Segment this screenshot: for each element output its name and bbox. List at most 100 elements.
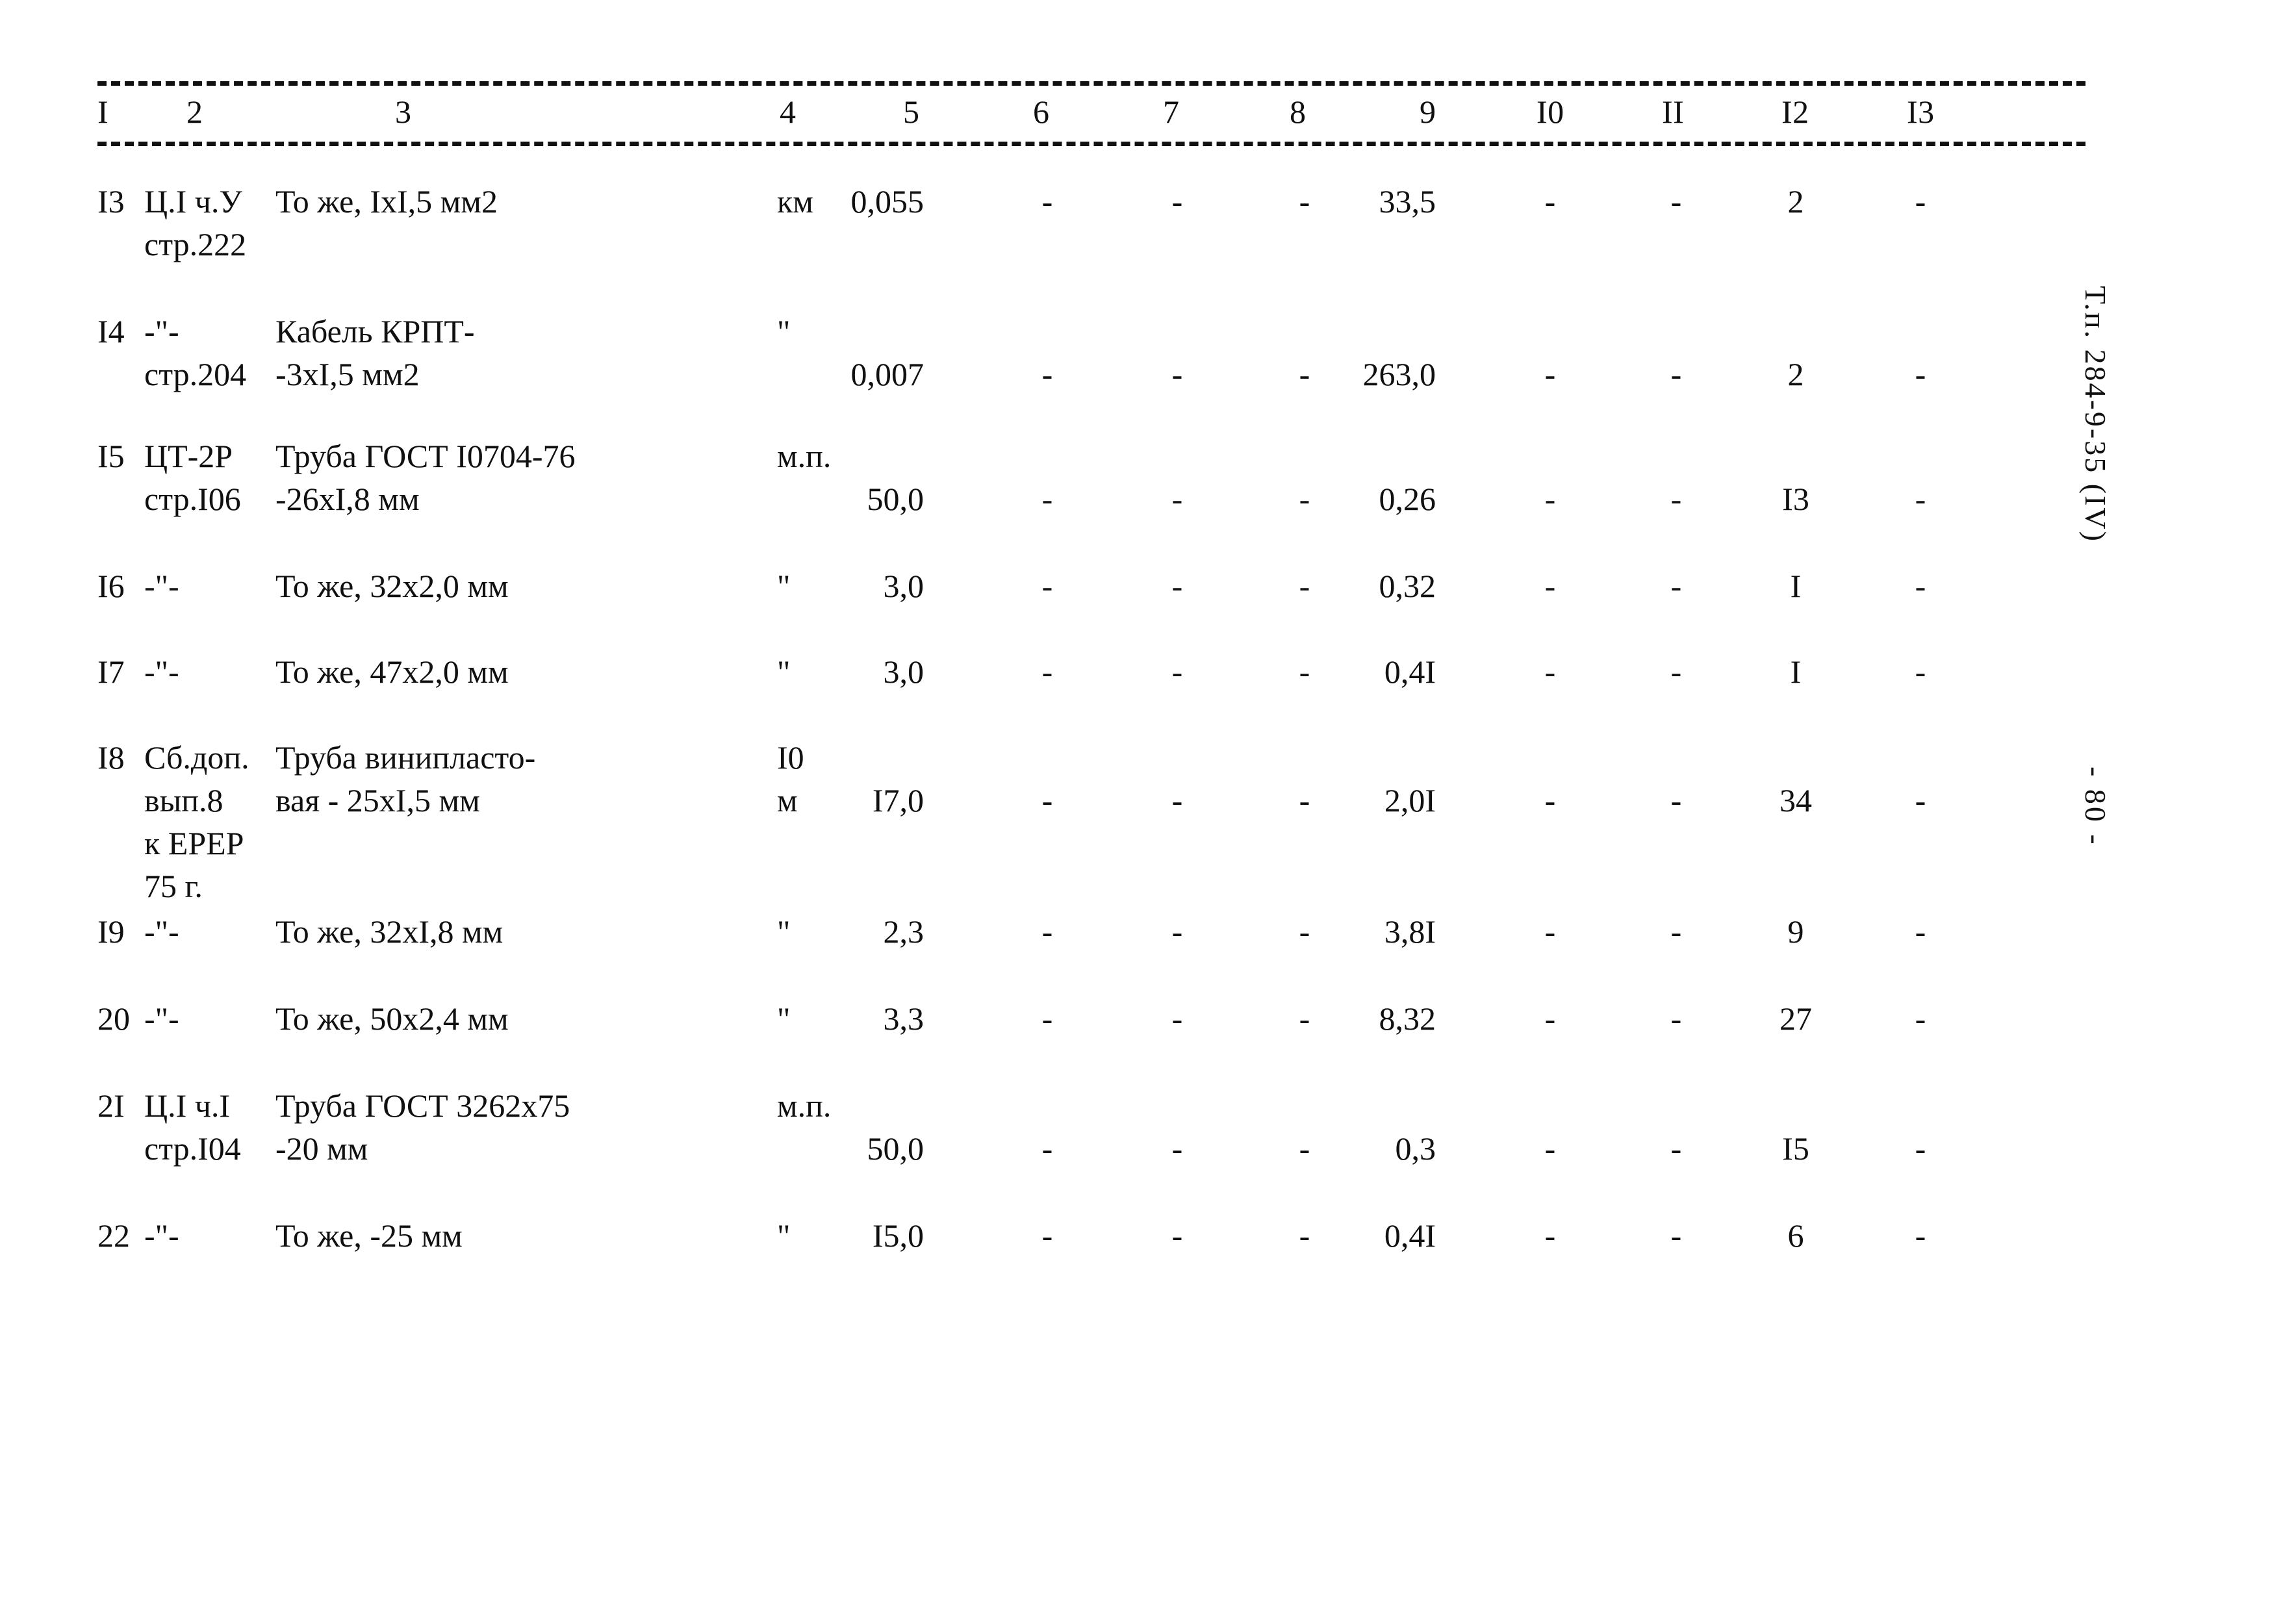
column-header-1: I — [97, 94, 109, 130]
cell-col11: - — [1670, 913, 1682, 950]
column-header-3: 3 — [395, 94, 412, 130]
cell-col13: - — [1915, 1217, 1926, 1254]
cell-quantity: 50,0 — [867, 1130, 925, 1167]
cell-reference: Ц.I ч.I — [144, 1087, 231, 1124]
cell-item-number: 2I — [97, 1087, 125, 1124]
column-header-13: I3 — [1907, 94, 1935, 130]
cell-col13: - — [1915, 913, 1926, 950]
cell-unit: м — [777, 782, 798, 818]
cell-col9-value: 263,0 — [1362, 356, 1436, 392]
cell-col12-value: 2 — [1787, 356, 1804, 392]
cell-description: То же, -25 мм — [275, 1217, 463, 1254]
cell-col11: - — [1670, 1130, 1682, 1167]
cell-description: -3xI,5 мм2 — [275, 356, 420, 392]
cell-col10: - — [1544, 913, 1556, 950]
cell-col10: - — [1544, 1000, 1556, 1037]
cell-col9-value: 0,26 — [1379, 481, 1436, 517]
cell-item-number: I6 — [97, 568, 125, 604]
table-row: I9 -"- То же, 32xI,8 мм " 2,3 - - - 3,8I - - 9 - — [97, 910, 2085, 997]
column-header-10: I0 — [1537, 94, 1564, 130]
cell-col12-value: 34 — [1779, 782, 1812, 818]
column-header-11: II — [1662, 94, 1685, 130]
cell-description: Труба ГОСТ I0704-76 — [275, 438, 576, 474]
cell-quantity: I5,0 — [872, 1217, 924, 1254]
cell-col11: - — [1670, 1000, 1682, 1037]
cell-reference: Ц.I ч.У — [144, 183, 242, 220]
cell-unit: " — [777, 1000, 791, 1037]
table-header-row: I 2 3 4 5 6 7 8 9 I0 II I2 I3 — [97, 86, 2085, 142]
cell-col6: - — [1041, 1217, 1053, 1254]
table-row: 20 -"- То же, 50x2,4 мм " 3,3 - - - 8,32 - - 27 - — [97, 997, 2085, 1084]
cell-col6: - — [1041, 1130, 1053, 1167]
cell-reference: Сб.доп. — [144, 739, 249, 776]
cell-col6: - — [1041, 356, 1053, 392]
cell-description: То же, 32xI,8 мм — [275, 913, 504, 950]
cell-col10: - — [1544, 356, 1556, 392]
cell-col12-value: I3 — [1782, 481, 1809, 517]
cell-reference: -"- — [144, 1000, 179, 1037]
document-page: I 2 3 4 5 6 7 8 9 I0 II I2 I3 I3 Ц.I ч.У с… — [0, 0, 2270, 1624]
cell-unit: I0 — [777, 739, 804, 776]
cell-col9-value: 2,0I — [1384, 782, 1436, 818]
cell-col8: - — [1299, 1130, 1310, 1167]
cell-reference: ЦТ-2Р — [144, 438, 233, 474]
cell-item-number: 20 — [97, 1000, 130, 1037]
cell-quantity: 3,3 — [883, 1000, 925, 1037]
cell-reference: -"- — [144, 1217, 179, 1254]
page-number-label: - 80 - — [2079, 767, 2112, 847]
cell-reference: к ЕРЕР — [144, 825, 244, 861]
cell-col11: - — [1670, 782, 1682, 818]
table-header-rule — [97, 142, 2085, 146]
cell-reference: -"- — [144, 568, 179, 604]
cell-col7: - — [1171, 913, 1183, 950]
cell-col10: - — [1544, 782, 1556, 818]
table-row: 2I Ц.I ч.I стр.I04 Труба ГОСТ 3262x75 -20 мм… — [97, 1084, 2085, 1214]
cell-col13: - — [1915, 1130, 1926, 1167]
cell-col8: - — [1299, 913, 1310, 950]
cell-col6: - — [1041, 913, 1053, 950]
cell-reference: стр.204 — [144, 356, 247, 392]
cell-col7: - — [1171, 653, 1183, 690]
page-margin-notes: Т.п. 284-9-35 (IV) - 80 - — [2072, 286, 2124, 870]
cell-col8: - — [1299, 1217, 1310, 1254]
cell-quantity: 3,0 — [883, 653, 925, 690]
cell-item-number: I7 — [97, 653, 125, 690]
column-header-4: 4 — [780, 94, 797, 130]
cell-col12-value: I — [1790, 568, 1802, 604]
cell-col7: - — [1171, 1130, 1183, 1167]
table-row: I4 -"- стр.204 Кабель КРПТ- -3xI,5 мм2 " 0,007… — [97, 310, 2085, 435]
cell-col12-value: 2 — [1787, 183, 1804, 220]
cell-description: Труба ГОСТ 3262x75 — [275, 1087, 570, 1124]
cell-col10: - — [1544, 568, 1556, 604]
cell-reference: -"- — [144, 913, 179, 950]
cell-col9-value: 0,4I — [1384, 653, 1436, 690]
cell-col8: - — [1299, 183, 1310, 220]
cell-col8: - — [1299, 782, 1310, 818]
cell-description: Труба винипласто- — [275, 739, 536, 776]
cell-description: То же, 32x2,0 мм — [275, 568, 509, 604]
cell-col13: - — [1915, 356, 1926, 392]
cell-col8: - — [1299, 1000, 1310, 1037]
cell-col10: - — [1544, 1217, 1556, 1254]
cell-quantity: 0,007 — [850, 356, 925, 392]
cell-item-number: I8 — [97, 739, 125, 776]
column-header-2: 2 — [186, 94, 203, 130]
table-row: I8 Сб.доп. вып.8 к ЕРЕР 75 г. Труба винипласт… — [97, 736, 2085, 910]
cell-col7: - — [1171, 568, 1183, 604]
table-body: I3 Ц.I ч.У стр.222 То же, IxI,5 мм2 км 0,055 -… — [97, 146, 2085, 1309]
table-row: I3 Ц.I ч.У стр.222 То же, IxI,5 мм2 км 0,055 -… — [97, 180, 2085, 310]
cell-reference: стр.I06 — [144, 481, 241, 517]
column-header-6: 6 — [1033, 94, 1050, 130]
cell-col6: - — [1041, 568, 1053, 604]
specification-table: I 2 3 4 5 6 7 8 9 I0 II I2 I3 I3 Ц.I ч.У с… — [97, 81, 2085, 1309]
cell-col6: - — [1041, 481, 1053, 517]
cell-col11: - — [1670, 356, 1682, 392]
cell-item-number: I5 — [97, 438, 125, 474]
cell-quantity: 0,055 — [850, 183, 925, 220]
cell-col9-value: 3,8I — [1384, 913, 1436, 950]
cell-col9-value: 0,4I — [1384, 1217, 1436, 1254]
cell-reference: вып.8 — [144, 782, 223, 818]
cell-unit: " — [777, 568, 791, 604]
cell-col12-value: I5 — [1782, 1130, 1809, 1167]
cell-item-number: I4 — [97, 313, 125, 349]
